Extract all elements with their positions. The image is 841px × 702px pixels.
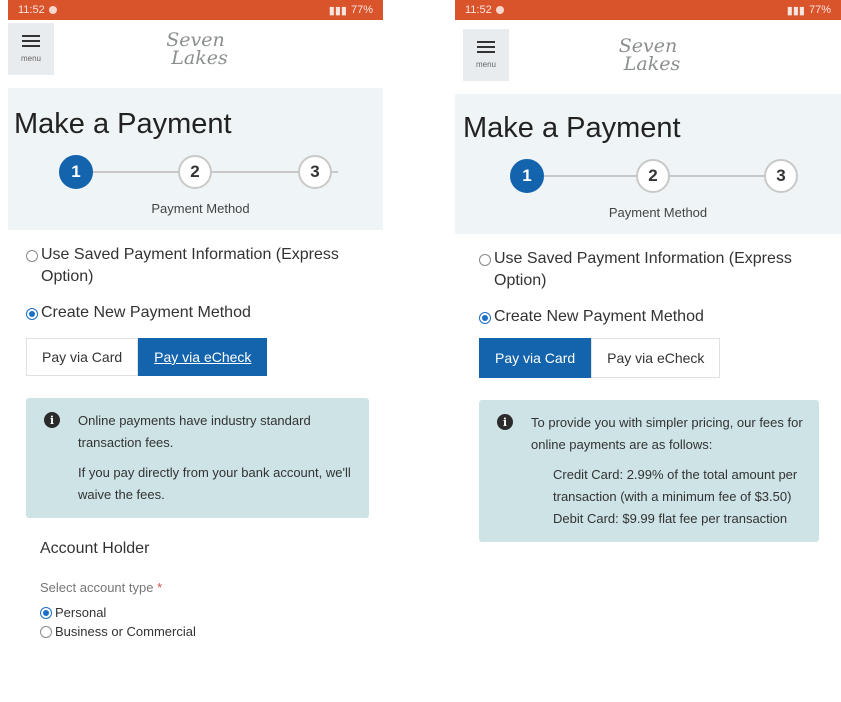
page-title: Make a Payment xyxy=(463,112,681,144)
radio-icon[interactable] xyxy=(26,308,38,320)
payment-form: Use Saved Payment Information (Express O… xyxy=(455,234,841,552)
step-2: 2 xyxy=(636,159,670,193)
hamburger-bar xyxy=(22,45,40,47)
new-payment-option[interactable]: Create New Payment Method xyxy=(26,302,369,324)
step-indicator: 1 2 3 xyxy=(8,149,383,201)
status-app-icon xyxy=(48,6,57,14)
status-time: 11:52 xyxy=(18,4,45,16)
step-label: Payment Method xyxy=(608,205,708,220)
top-nav: menu Seven Lakes xyxy=(455,26,841,84)
phone-screen-right: 11:52 ▮▮▮ 77% menu Seven Lakes Make a Pay… xyxy=(455,0,841,702)
new-payment-option[interactable]: Create New Payment Method xyxy=(479,306,827,328)
hamburger-bar xyxy=(477,46,495,48)
account-holder-heading: Account Holder xyxy=(40,540,150,557)
info-icon: i xyxy=(497,414,513,430)
hamburger-menu-icon xyxy=(477,41,495,43)
status-time: 11:52 xyxy=(465,4,492,16)
step-indicator: 1 2 3 xyxy=(455,153,841,205)
tab-pay-via-echeck[interactable]: Pay via eCheck xyxy=(591,338,721,378)
status-app-icon xyxy=(495,6,504,14)
menu-label: menu xyxy=(20,54,41,63)
hamburger-bar xyxy=(477,51,495,53)
step-1: 1 xyxy=(59,155,93,189)
account-type-personal[interactable]: Personal xyxy=(40,605,369,620)
signal-icon: ▮▮▮ xyxy=(328,4,347,17)
saved-payment-option[interactable]: Use Saved Payment Information (Express O… xyxy=(26,244,369,288)
radio-icon[interactable] xyxy=(40,625,52,638)
fee-info-box: i To provide you with simpler pricing, o… xyxy=(479,400,819,542)
menu-button[interactable]: menu xyxy=(8,23,54,75)
seven-lakes-logo[interactable]: Seven Lakes xyxy=(163,31,228,69)
step-1: 1 xyxy=(510,159,544,193)
hamburger-bar xyxy=(22,40,40,42)
step-2: 2 xyxy=(178,155,212,189)
tab-pay-via-echeck[interactable]: Pay via eCheck xyxy=(138,338,268,376)
payment-type-tabs: Pay via Card Pay via eCheck xyxy=(26,338,369,376)
debit-card-fee: Debit Card: $9.99 flat fee per transacti… xyxy=(553,511,788,526)
saved-payment-label: Use Saved Payment Information (Express O… xyxy=(494,250,792,289)
hamburger-menu-icon xyxy=(22,35,40,37)
step-3: 3 xyxy=(298,155,332,189)
tab-pay-via-card[interactable]: Pay via Card xyxy=(26,338,139,376)
fee-info-text: To provide you with simpler pricing, our… xyxy=(531,412,805,530)
radio-icon[interactable] xyxy=(479,254,491,266)
payment-form: Use Saved Payment Information (Express O… xyxy=(8,230,383,649)
fee-info-text: Online payments have industry standard t… xyxy=(78,410,355,506)
fee-info-p1: To provide you with simpler pricing, our… xyxy=(531,415,803,452)
account-type-label-text: Select account type xyxy=(40,580,154,595)
business-label: Business or Commercial xyxy=(55,624,196,639)
radio-icon[interactable] xyxy=(26,250,38,262)
phone-screen-left: 11:52 ▮▮▮ 77% menu Seven Lakes Make a Pay… xyxy=(8,0,383,702)
seven-lakes-logo[interactable]: Seven Lakes xyxy=(616,37,681,75)
status-bar: 11:52 ▮▮▮ 77% xyxy=(8,0,383,20)
payment-type-tabs: Pay via Card Pay via eCheck xyxy=(479,338,827,378)
fee-info-p2: If you pay directly from your bank accou… xyxy=(78,465,351,502)
fee-list: Credit Card: 2.99% of the total amount p… xyxy=(531,464,805,530)
info-icon: i xyxy=(44,412,60,428)
saved-payment-label: Use Saved Payment Information (Express O… xyxy=(41,246,339,285)
logo-line2: Lakes xyxy=(171,47,228,69)
tab-pay-via-card[interactable]: Pay via Card xyxy=(479,338,592,378)
account-type-label: Select account type * xyxy=(40,580,369,595)
menu-button[interactable]: menu xyxy=(463,29,509,81)
personal-label: Personal xyxy=(55,605,107,620)
account-type-business[interactable]: Business or Commercial xyxy=(40,624,369,639)
new-payment-label: Create New Payment Method xyxy=(41,304,251,321)
fee-info-p1: Online payments have industry standard t… xyxy=(78,413,311,450)
status-battery: 77% xyxy=(350,4,373,16)
signal-icon: ▮▮▮ xyxy=(786,4,805,17)
step-3: 3 xyxy=(764,159,798,193)
status-bar: 11:52 ▮▮▮ 77% xyxy=(455,0,841,20)
new-payment-label: Create New Payment Method xyxy=(494,308,704,325)
payment-header: Make a Payment 1 2 3 Payment Method xyxy=(455,94,841,234)
payment-header: Make a Payment 1 2 3 Payment Method xyxy=(8,88,383,230)
status-battery: 77% xyxy=(808,4,831,16)
radio-icon[interactable] xyxy=(40,606,52,619)
page-title: Make a Payment xyxy=(14,108,232,140)
saved-payment-option[interactable]: Use Saved Payment Information (Express O… xyxy=(479,248,827,292)
radio-icon[interactable] xyxy=(479,312,491,324)
menu-label: menu xyxy=(475,60,496,69)
top-nav: menu Seven Lakes xyxy=(8,20,383,78)
fee-info-box: i Online payments have industry standard… xyxy=(26,398,369,518)
logo-line2: Lakes xyxy=(623,53,681,75)
credit-card-fee: Credit Card: 2.99% of the total amount p… xyxy=(553,467,798,504)
required-mark: * xyxy=(157,580,163,595)
step-label: Payment Method xyxy=(151,201,250,216)
